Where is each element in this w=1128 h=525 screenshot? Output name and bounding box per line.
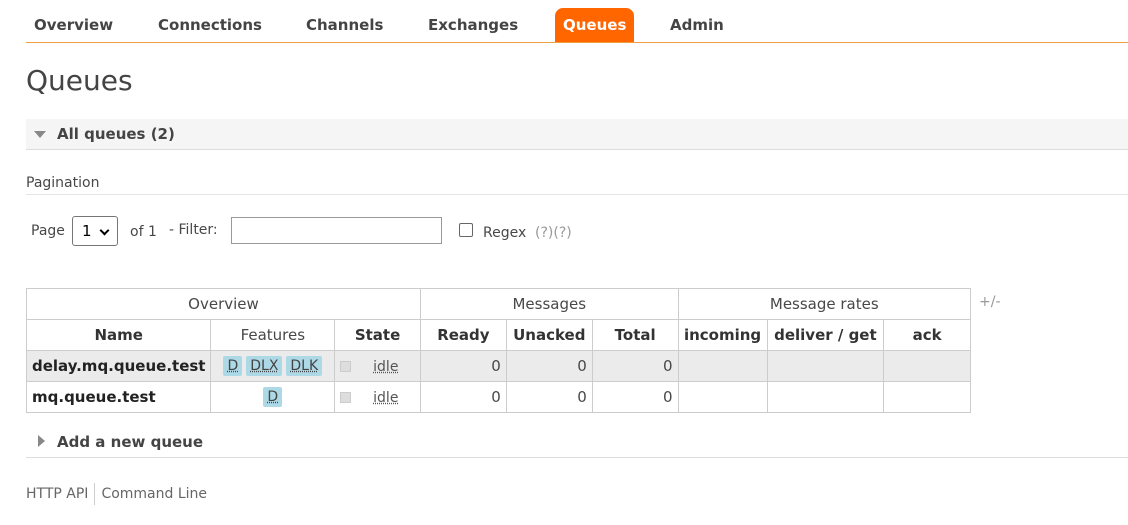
- queue-ack: [883, 381, 971, 413]
- state-indicator-icon: [340, 392, 352, 403]
- regex-help-link[interactable]: (?)(?): [535, 225, 572, 241]
- col-deliver-get[interactable]: deliver / get: [766, 319, 885, 351]
- queue-name-link[interactable]: mq.queue.test: [25, 381, 212, 413]
- queue-unacked: 0: [505, 381, 593, 413]
- queue-name-link[interactable]: delay.mq.queue.test: [25, 350, 212, 382]
- all-queues-toggle[interactable]: All queues (2): [26, 119, 1128, 150]
- col-ready[interactable]: Ready: [419, 319, 507, 351]
- nav-queues[interactable]: Queues: [555, 8, 635, 42]
- col-name[interactable]: Name: [25, 319, 212, 351]
- regex-checkbox[interactable]: [459, 223, 473, 237]
- feature-tag: D: [263, 387, 283, 407]
- col-ack[interactable]: ack: [883, 319, 971, 351]
- state-text: idle: [373, 390, 399, 406]
- queue-ack: [883, 350, 971, 382]
- columns-toggle-button[interactable]: +/-: [979, 294, 1001, 310]
- nav-overview[interactable]: Overview: [26, 8, 121, 42]
- col-incoming[interactable]: incoming: [677, 319, 768, 351]
- footer: HTTP API Command Line: [26, 483, 207, 505]
- footer-http-api-link[interactable]: HTTP API: [26, 486, 88, 502]
- group-message-rates: Message rates: [677, 288, 972, 320]
- nav-channels[interactable]: Channels: [298, 8, 391, 42]
- nav-connections[interactable]: Connections: [150, 8, 270, 42]
- regex-label: Regex: [483, 225, 527, 241]
- queue-state: idle: [334, 350, 421, 382]
- feature-tag: DLK: [286, 356, 323, 376]
- group-overview: Overview: [26, 288, 421, 320]
- col-features: Features: [210, 319, 336, 351]
- page-select-value: 1: [82, 222, 92, 240]
- page-title: Queues: [26, 64, 133, 97]
- chevron-right-icon: [38, 435, 45, 447]
- add-queue-label: Add a new queue: [57, 433, 204, 451]
- page-select[interactable]: 1: [72, 216, 118, 246]
- pagination-divider: [26, 194, 1128, 195]
- queue-unacked: 0: [505, 350, 593, 382]
- footer-divider: [94, 483, 96, 505]
- state-indicator-icon: [340, 361, 352, 372]
- state-text: idle: [373, 359, 399, 375]
- feature-tag: DLX: [246, 356, 283, 376]
- queue-total: 0: [591, 381, 679, 413]
- add-queue-toggle[interactable]: Add a new queue: [26, 430, 1128, 458]
- queue-ready: 0: [419, 350, 507, 382]
- feature-tag: D: [223, 356, 243, 376]
- nav-admin[interactable]: Admin: [662, 8, 732, 42]
- page-label: Page: [31, 223, 65, 239]
- queue-incoming: [677, 350, 768, 382]
- queue-incoming: [677, 381, 768, 413]
- col-unacked[interactable]: Unacked: [505, 319, 593, 351]
- queue-features: D: [210, 381, 336, 413]
- queue-ready: 0: [419, 381, 507, 413]
- col-total[interactable]: Total: [591, 319, 679, 351]
- chevron-down-icon: [34, 131, 46, 138]
- table-row: mq.queue.test D idle 0 0 0: [25, 381, 971, 413]
- pagination-label: Pagination: [26, 175, 100, 191]
- queue-deliver-get: [766, 381, 885, 413]
- nav-exchanges[interactable]: Exchanges: [420, 8, 526, 42]
- all-queues-label: All queues (2): [57, 125, 175, 143]
- col-state[interactable]: State: [334, 319, 421, 351]
- filter-label: - Filter:: [169, 222, 218, 238]
- footer-command-line-link[interactable]: Command Line: [101, 486, 207, 502]
- queues-table: Overview Messages Message rates Name Fea…: [25, 288, 972, 413]
- chevron-down-icon: [99, 225, 110, 236]
- queue-features: D DLX DLK: [210, 350, 336, 382]
- top-nav: Overview Connections Channels Exchanges …: [26, 8, 1128, 43]
- queue-state: idle: [334, 381, 421, 413]
- page-of-label: of 1: [130, 224, 157, 240]
- group-messages: Messages: [419, 288, 679, 320]
- queue-total: 0: [591, 350, 679, 382]
- queue-deliver-get: [766, 350, 885, 382]
- table-row: delay.mq.queue.test D DLX DLK idle 0 0 0: [25, 350, 971, 382]
- filter-input[interactable]: [231, 217, 442, 244]
